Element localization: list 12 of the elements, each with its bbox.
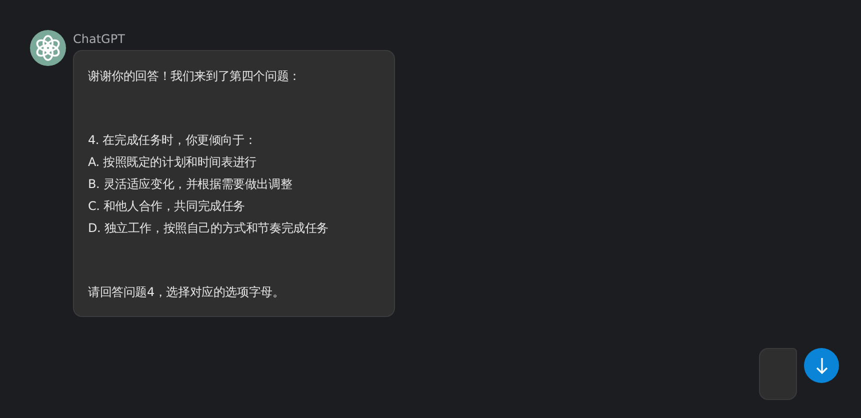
message-text: 谢谢你的回答！我们来到了第四个问题： <box>88 68 302 85</box>
side-panel <box>759 348 797 400</box>
message-text: A. 按照既定的计划和时间表进行 <box>88 154 258 171</box>
arrow-down-icon <box>816 356 828 374</box>
scroll-down-button[interactable] <box>804 348 839 383</box>
author-name: ChatGPT <box>73 32 126 46</box>
message-text: 请回答问题4，选择对应的选项字母。 <box>88 284 286 301</box>
message-text: B. 灵活适应变化，并根据需要做出调整 <box>88 176 294 193</box>
message-text: C. 和他人合作，共同完成任务 <box>88 198 246 215</box>
logo-icon <box>30 30 66 66</box>
message-text: 4. 在完成任务时，你更倾向于： <box>88 132 258 149</box>
message-text: D. 独立工作，按照自己的方式和节奏完成任务 <box>88 220 330 237</box>
